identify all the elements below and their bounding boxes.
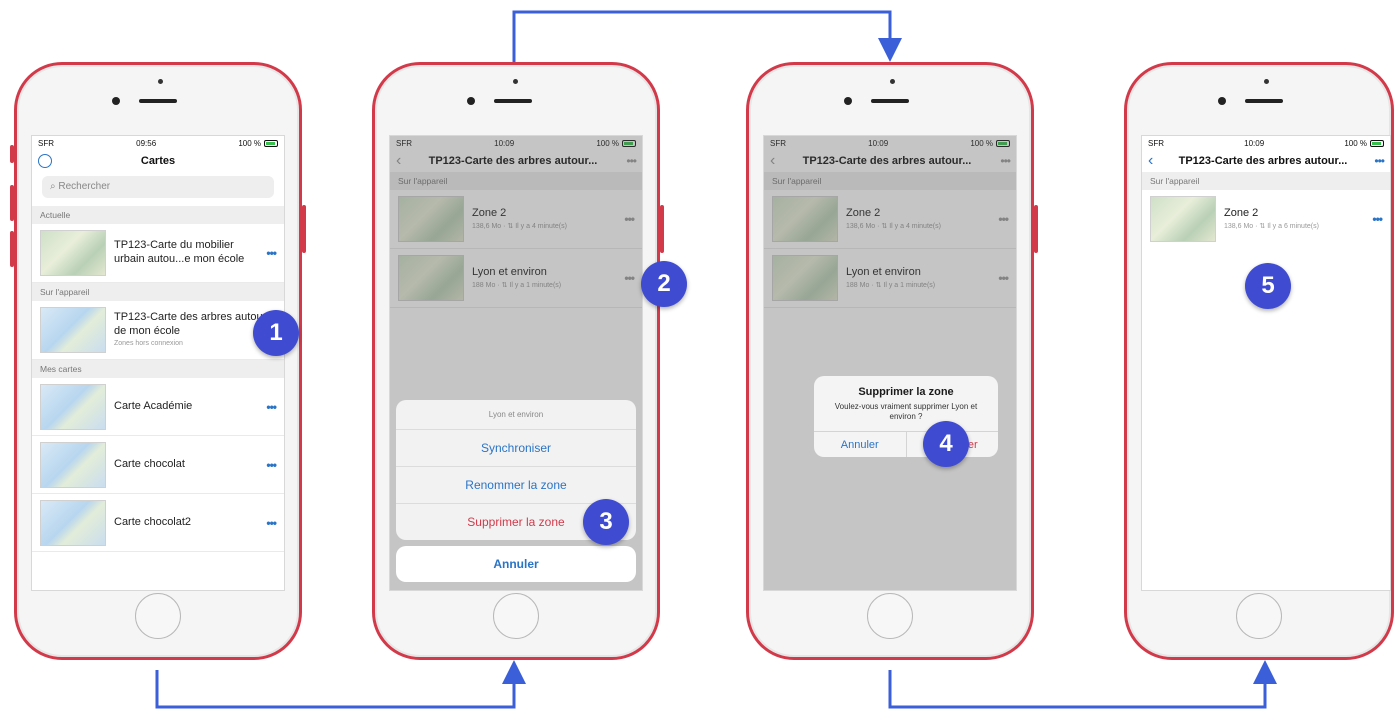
page-title: TP123-Carte des arbres autour...	[1178, 155, 1348, 167]
screen-after-delete: SFR 10:09 100 % ‹ TP123-Carte des arbres…	[1141, 135, 1391, 591]
list-item-my-map[interactable]: Carte chocolat •••	[32, 436, 284, 494]
arrow-2-to-3	[512, 10, 902, 66]
clock: 10:09	[1244, 138, 1265, 148]
map-thumbnail	[40, 383, 106, 430]
nav-bar: Cartes	[32, 150, 284, 172]
cancel-button[interactable]: Annuler	[396, 546, 636, 582]
back-chevron-icon[interactable]: ‹	[1148, 153, 1162, 169]
battery-icon	[264, 139, 278, 147]
delete-alert: Supprimer la zone Voulez-vous vraiment s…	[814, 376, 998, 457]
search-input[interactable]: ⌕ Rechercher	[42, 176, 274, 198]
alert-title: Supprimer la zone	[858, 386, 954, 398]
section-my-maps: Mes cartes	[32, 360, 284, 378]
screen-delete-confirm: SFR 10:09 100 % ‹ TP123-Carte des arbres…	[763, 135, 1017, 591]
status-bar: SFR 09:56 100 %	[32, 136, 284, 150]
more-icon[interactable]: •••	[266, 246, 277, 260]
action-sheet-title: Lyon et environ	[396, 400, 636, 430]
step-badge-4: 4	[923, 421, 969, 467]
list-item-my-map[interactable]: Carte Académie •••	[32, 378, 284, 436]
screen-maps-list: SFR 09:56 100 % Cartes ⌕ Rechercher Actu…	[31, 135, 285, 591]
alert-message: Voulez-vous vraiment supprimer Lyon et e…	[834, 402, 978, 422]
map-thumbnail	[40, 499, 106, 546]
status-bar: SFR 10:09 100 %	[1142, 136, 1390, 150]
more-icon[interactable]: •••	[266, 458, 277, 472]
rename-zone-button[interactable]: Renommer la zone	[396, 467, 636, 504]
more-icon[interactable]: •••	[266, 400, 277, 414]
list-item-my-map[interactable]: Carte chocolat2 •••	[32, 494, 284, 552]
page-title: Cartes	[140, 155, 176, 167]
more-icon[interactable]: •••	[1372, 212, 1383, 226]
section-device: Sur l'appareil	[32, 283, 284, 301]
phone-4: SFR 10:09 100 % ‹ TP123-Carte des arbres…	[1124, 62, 1394, 660]
phone-3: SFR 10:09 100 % ‹ TP123-Carte des arbres…	[746, 62, 1038, 660]
list-item-device-map[interactable]: TP123-Carte des arbres autour de mon éco…	[32, 301, 284, 360]
carrier: SFR	[1148, 138, 1164, 148]
arrow-1-to-2	[155, 660, 526, 709]
modal-overlay	[764, 136, 1016, 590]
map-thumbnail	[40, 441, 106, 488]
more-icon[interactable]: •••	[1364, 154, 1385, 168]
home-button[interactable]	[867, 593, 913, 639]
home-button[interactable]	[493, 593, 539, 639]
map-thumbnail	[40, 307, 106, 353]
list-item-current-map[interactable]: TP123-Carte du mobilier urbain autou...e…	[32, 224, 284, 283]
battery-icon	[1370, 139, 1384, 147]
home-button[interactable]	[1236, 593, 1282, 639]
nav-bar: ‹ TP123-Carte des arbres autour... •••	[1142, 150, 1390, 172]
clock: 09:56	[136, 138, 157, 148]
phone-1: SFR 09:56 100 % Cartes ⌕ Rechercher Actu…	[10, 62, 306, 660]
battery-percent: 100 %	[238, 138, 261, 148]
sync-button[interactable]: Synchroniser	[396, 430, 636, 467]
zone-row[interactable]: Zone 2 138,6 Mo · ⇅ Il y a 6 minute(s) ••…	[1142, 190, 1390, 248]
arrow-3-to-4	[888, 660, 1277, 709]
step-badge-1: 1	[253, 310, 299, 356]
alert-cancel-button[interactable]: Annuler	[814, 432, 906, 457]
map-thumbnail	[1150, 196, 1216, 242]
section-device: Sur l'appareil	[1142, 172, 1390, 190]
step-badge-2: 2	[641, 261, 687, 307]
map-thumbnail	[40, 230, 106, 276]
step-badge-5: 5	[1245, 263, 1291, 309]
phone-2: SFR 10:09 100 % ‹ TP123-Carte des arbres…	[372, 62, 687, 660]
section-current: Actuelle	[32, 206, 284, 224]
step-badge-3: 3	[583, 499, 629, 545]
battery-percent: 100 %	[1344, 138, 1367, 148]
user-avatar-icon[interactable]	[38, 154, 52, 168]
more-icon[interactable]: •••	[266, 516, 277, 530]
home-button[interactable]	[135, 593, 181, 639]
carrier: SFR	[38, 138, 54, 148]
